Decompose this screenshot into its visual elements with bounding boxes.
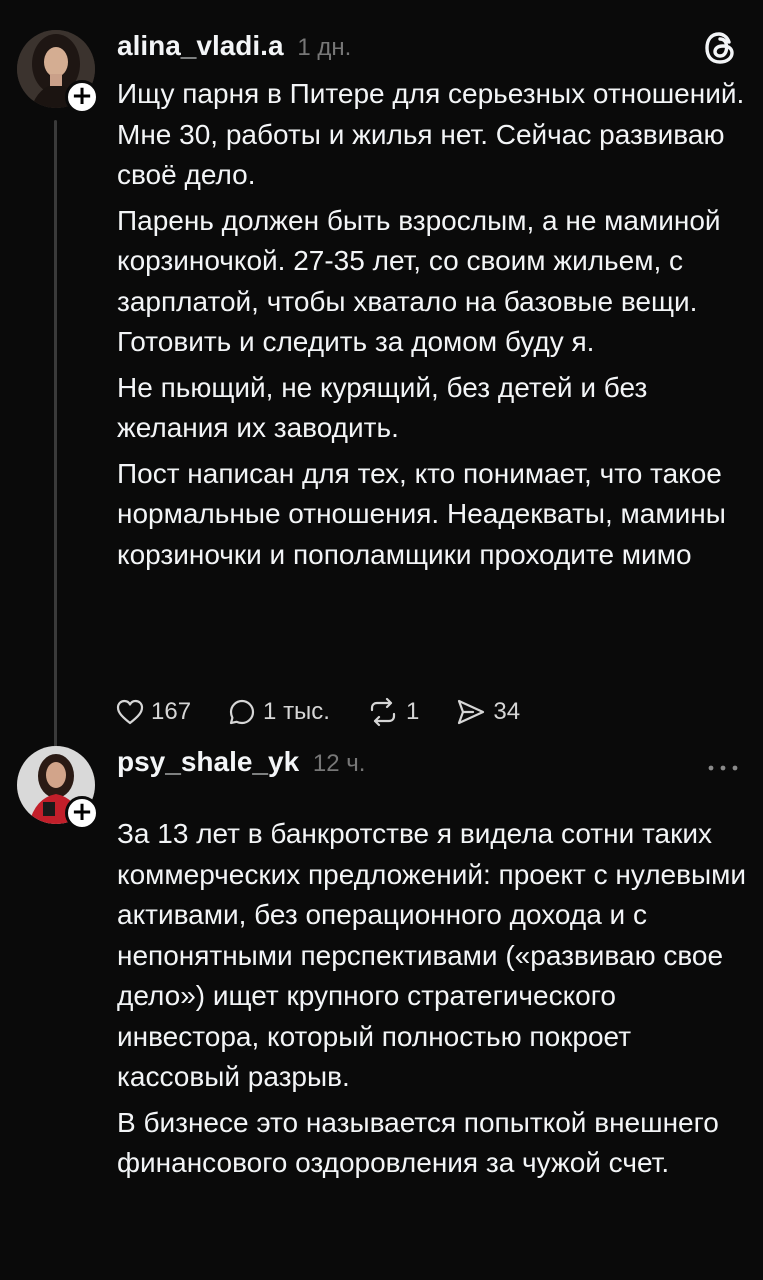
- post-header: alina_vladi.a 1 дн.: [117, 28, 351, 66]
- thread-line: [54, 120, 57, 752]
- post-body: Ищу парня в Питере для серьезных отношен…: [117, 74, 747, 580]
- reply-button[interactable]: 1 тыс.: [227, 697, 330, 727]
- heart-icon: [116, 699, 144, 725]
- reply-count: 1 тыс.: [263, 698, 330, 725]
- post-paragraph: Не пьющий, не курящий, без детей и без ж…: [117, 371, 648, 444]
- share-send-icon: [458, 699, 485, 725]
- like-count: 167: [151, 698, 192, 725]
- repost-icon: [370, 697, 396, 727]
- follow-plus-icon[interactable]: +: [65, 80, 99, 114]
- reply-bubble-icon: [229, 699, 255, 725]
- post-paragraph: Парень должен быть взрослым, а не мамино…: [117, 204, 721, 358]
- follow-plus-icon[interactable]: +: [65, 796, 99, 830]
- repost-count: 1: [405, 698, 420, 725]
- threads-logo-icon[interactable]: [700, 28, 740, 68]
- post-body: За 13 лет в банкротстве я видела сотни т…: [117, 814, 747, 1189]
- more-horizontal-icon[interactable]: [705, 762, 741, 774]
- username[interactable]: alina_vladi.a: [117, 30, 284, 61]
- username[interactable]: psy_shale_yk: [117, 746, 299, 777]
- post-header: psy_shale_yk 12 ч.: [117, 744, 365, 782]
- like-button[interactable]: 167: [115, 698, 191, 726]
- post-paragraph: Пост написан для тех, кто понимает, что …: [117, 457, 726, 570]
- post-time: 12 ч.: [312, 750, 366, 777]
- post-time: 1 дн.: [297, 34, 352, 61]
- repost-button[interactable]: 1: [366, 697, 419, 727]
- share-count: 34: [493, 698, 521, 725]
- post-paragraph: В бизнесе это называется попыткой внешне…: [117, 1106, 719, 1179]
- post-paragraph: Ищу парня в Питере для серьезных отношен…: [117, 78, 745, 190]
- share-button[interactable]: 34: [455, 697, 520, 727]
- post-paragraph: За 13 лет в банкротстве я видела сотни т…: [117, 818, 747, 1092]
- action-bar: 167 1 тыс. 1 34: [115, 692, 556, 732]
